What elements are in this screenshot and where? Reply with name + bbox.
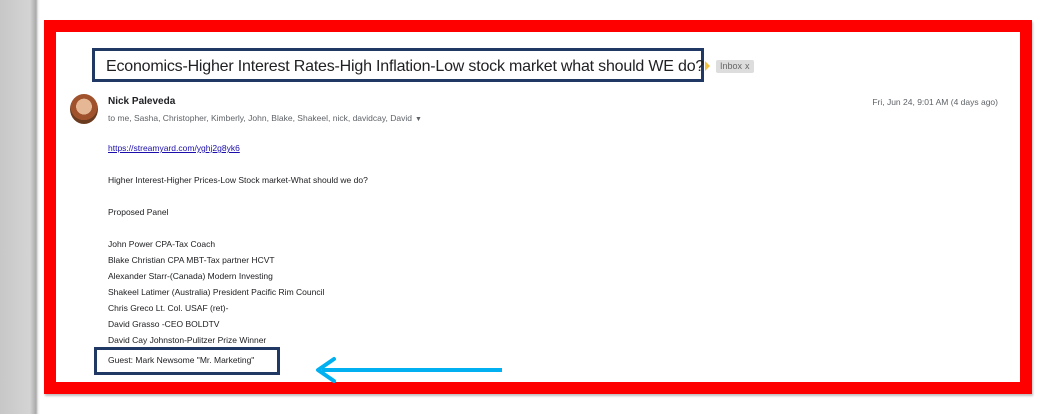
panel-member: David Grasso -CEO BOLDTV: [108, 319, 220, 329]
email-date: Fri, Jun 24, 9:01 AM (4 days ago): [872, 97, 998, 107]
panel-title: Proposed Panel: [108, 207, 169, 217]
pointer-arrow-icon: [316, 357, 502, 383]
recipients-text: to me, Sasha, Christopher, Kimberly, Joh…: [108, 113, 412, 123]
slide-left-rail: [0, 0, 40, 414]
panel-member: David Cay Johnston-Pulitzer Prize Winner: [108, 335, 267, 345]
email-view: Economics-Higher Interest Rates-High Inf…: [56, 32, 1020, 382]
email-subject: Economics-Higher Interest Rates-High Inf…: [106, 58, 705, 75]
panel-member: Chris Greco Lt. Col. USAF (ret)-: [108, 303, 229, 313]
importance-marker-icon[interactable]: [705, 61, 710, 71]
sender-name[interactable]: Nick Paleveda: [108, 96, 175, 107]
panel-member: John Power CPA-Tax Coach: [108, 239, 216, 249]
inbox-label-text: Inbox: [720, 61, 743, 71]
panel-member: Shakeel Latimer (Australia) President Pa…: [108, 287, 325, 297]
highlight-frame: Economics-Higher Interest Rates-High Inf…: [44, 20, 1032, 394]
body-heading-line: Higher Interest-Higher Prices-Low Stock …: [108, 175, 368, 185]
panel-member: Alexander Starr-(Canada) Modern Investin…: [108, 271, 273, 281]
guest-line: Guest: Mark Newsome "Mr. Marketing": [108, 355, 255, 365]
recipients-line: to me, Sasha, Christopher, Kimberly, Joh…: [108, 113, 422, 123]
streamyard-link[interactable]: https://streamyard.com/yghj2g8yk6: [108, 143, 240, 153]
panel-member: Blake Christian CPA MBT-Tax partner HCVT: [108, 255, 275, 265]
avatar[interactable]: [70, 94, 98, 124]
remove-label-icon[interactable]: x: [745, 61, 750, 71]
inbox-label-chip[interactable]: Inbox x: [716, 60, 754, 73]
show-details-chevron-icon[interactable]: ▼: [415, 116, 422, 123]
